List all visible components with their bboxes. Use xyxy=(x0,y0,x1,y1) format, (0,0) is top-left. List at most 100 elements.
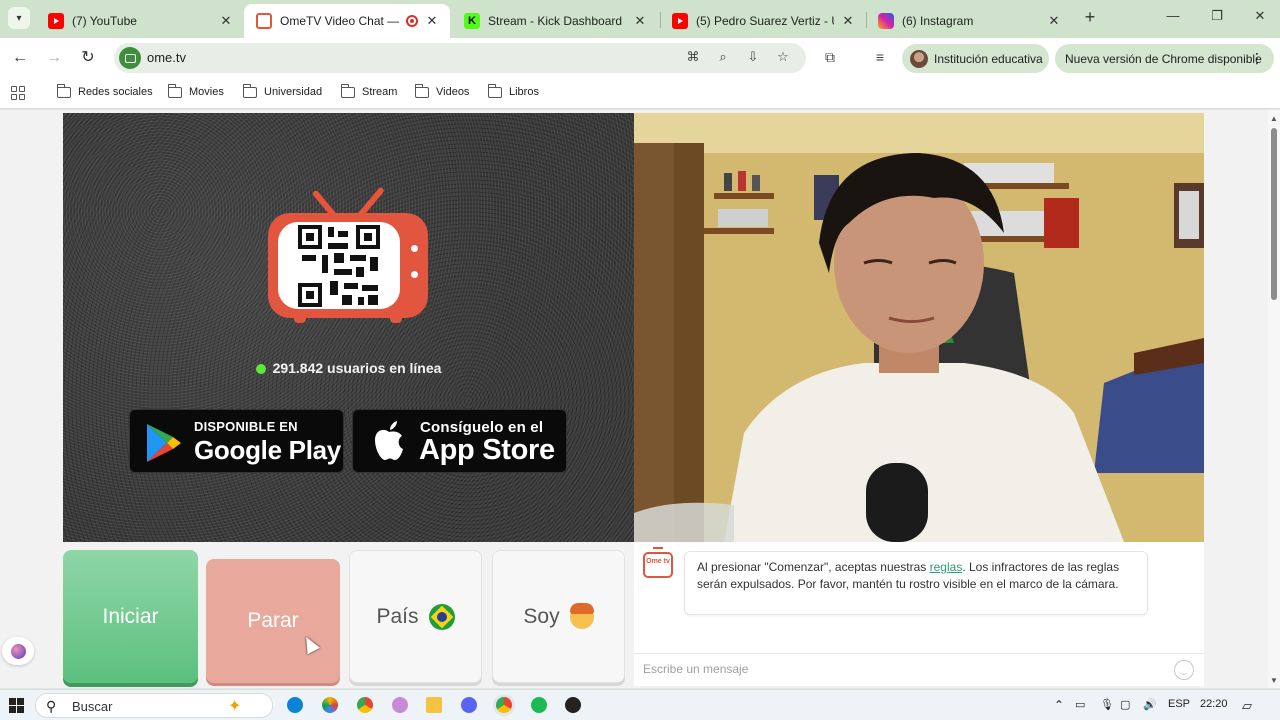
close-icon[interactable]: ✕ xyxy=(424,13,440,29)
extensions-icon[interactable]: ⧉ xyxy=(820,49,840,69)
translate-icon[interactable]: ⌘ xyxy=(684,49,702,67)
brazil-flag-icon xyxy=(428,603,455,630)
folder-icon xyxy=(487,83,502,98)
qr-code[interactable] xyxy=(298,224,380,307)
app-icon[interactable] xyxy=(392,697,408,713)
chrome-icon[interactable] xyxy=(357,697,373,713)
ometv-icon xyxy=(256,13,272,29)
extension-floating-icon[interactable] xyxy=(2,637,34,665)
tab-youtube-music[interactable]: (5) Pedro Suarez Vertiz - Un ✕ xyxy=(660,4,866,38)
emoji-icon[interactable] xyxy=(1174,660,1194,680)
forward-arrow-icon[interactable]: → xyxy=(43,48,65,70)
address-bar[interactable]: ome.tv ⌘ ⌕ ⇩ ☆ xyxy=(114,43,806,73)
obs-icon[interactable] xyxy=(565,697,581,713)
tab-ometv[interactable]: OmeTV Video Chat — O ✕ xyxy=(244,4,450,38)
stop-button[interactable]: Parar xyxy=(206,559,340,683)
bookmark-videos[interactable]: Videos xyxy=(414,83,469,98)
tab-youtube[interactable]: (7) YouTube ✕ xyxy=(36,4,244,38)
media-controls-icon[interactable]: ≡ xyxy=(870,49,890,69)
kick-icon: K xyxy=(464,13,480,29)
tab-title: OmeTV Video Chat — O xyxy=(280,14,400,28)
battery-icon[interactable]: ▭ xyxy=(1075,698,1085,711)
search-icon: ⚲ xyxy=(46,698,57,714)
bookmark-universidad[interactable]: Universidad xyxy=(242,83,323,98)
close-icon[interactable]: ✕ xyxy=(840,13,856,29)
network-icon[interactable]: ▢ xyxy=(1120,698,1130,711)
profile-button[interactable]: Institución educativa xyxy=(902,44,1049,73)
folder-icon xyxy=(167,83,182,98)
recording-icon xyxy=(406,15,418,27)
page-scrollbar[interactable]: ▲ ▼ xyxy=(1268,110,1280,688)
update-label: Nueva versión de Chrome disponible xyxy=(1065,51,1262,66)
volume-icon[interactable]: 🔊 xyxy=(1143,698,1157,711)
tab-instagram[interactable]: (6) Instagram ✕ xyxy=(866,4,1072,38)
chrome-active-icon[interactable] xyxy=(496,697,512,713)
app-store-big-text: App Store xyxy=(419,434,555,466)
taskbar-search[interactable]: ⚲ Buscar ✦ xyxy=(35,693,273,718)
start-button[interactable]: Iniciar xyxy=(63,550,198,683)
microphone-icon[interactable]: 🎙 xyxy=(1100,698,1114,711)
tab-kick[interactable]: K Stream - Kick Dashboard ✕ xyxy=(452,4,658,38)
close-icon[interactable]: ✕ xyxy=(632,13,648,29)
rules-link[interactable]: reglas xyxy=(930,560,963,574)
more-menu-icon[interactable]: ⋮ xyxy=(1250,50,1264,67)
google-play-small-text: DISPONIBLE EN xyxy=(194,419,298,434)
folder-icon xyxy=(340,83,355,98)
google-play-button[interactable]: DISPONIBLE EN Google Play xyxy=(129,409,344,473)
new-tab-button[interactable]: + xyxy=(1080,8,1100,28)
scroll-thumb[interactable] xyxy=(1271,128,1277,300)
chrome-update-button[interactable]: Nueva versión de Chrome disponible ⋮ xyxy=(1055,44,1274,73)
close-icon[interactable]: ✕ xyxy=(218,13,234,29)
clock[interactable]: 22:20 xyxy=(1200,698,1228,710)
online-users-count: 291.842 usuarios en línea xyxy=(63,360,634,376)
stop-button-label: Parar xyxy=(247,609,299,632)
youtube-icon xyxy=(48,13,64,29)
youtube-icon xyxy=(672,13,688,29)
online-users-label: 291.842 usuarios en línea xyxy=(272,360,442,376)
language-indicator[interactable]: ESP xyxy=(1168,698,1190,710)
scroll-down-icon[interactable]: ▼ xyxy=(1270,676,1278,685)
search-placeholder: Buscar xyxy=(72,699,113,714)
gender-filter-button[interactable]: Soy xyxy=(492,550,625,683)
url-text[interactable]: ome.tv xyxy=(147,50,186,65)
copilot-icon[interactable] xyxy=(322,697,338,713)
notifications-icon[interactable]: ▱ xyxy=(1242,698,1252,714)
reload-icon[interactable]: ↻ xyxy=(77,48,99,70)
bookmark-label: Universidad xyxy=(264,86,323,98)
tab-search-icon[interactable]: ▾ xyxy=(8,7,30,29)
copilot-sparkle-icon[interactable]: ✦ xyxy=(228,696,241,716)
file-explorer-icon[interactable] xyxy=(426,697,442,713)
message-input[interactable] xyxy=(643,662,1163,676)
tab-strip: ▾ (7) YouTube ✕ OmeTV Video Chat — O ✕ K… xyxy=(0,0,1280,38)
bookmark-movies[interactable]: Movies xyxy=(167,83,224,98)
gender-button-label: Soy xyxy=(523,604,560,628)
scroll-up-icon[interactable]: ▲ xyxy=(1270,114,1278,123)
discord-icon[interactable] xyxy=(461,697,477,713)
close-window-button[interactable]: ✕ xyxy=(1245,8,1275,28)
bookmark-redes-sociales[interactable]: Redes sociales xyxy=(56,83,153,98)
ometv-chat-logo: Ome tv xyxy=(643,547,673,578)
my-webcam-video xyxy=(634,113,1204,542)
bookmark-libros[interactable]: Libros xyxy=(487,83,539,98)
notice-text: Al presionar "Comenzar", aceptas nuestra… xyxy=(697,560,930,574)
restore-button[interactable]: ❐ xyxy=(1202,8,1232,28)
folder-icon xyxy=(414,83,429,98)
site-info-icon[interactable] xyxy=(119,47,141,69)
install-app-icon[interactable]: ⇩ xyxy=(744,49,762,67)
minimize-button[interactable]: — xyxy=(1158,8,1188,28)
country-filter-button[interactable]: País xyxy=(349,550,482,683)
close-icon[interactable]: ✕ xyxy=(1046,13,1062,29)
windows-start-icon[interactable] xyxy=(9,698,24,713)
bookmark-star-icon[interactable]: ☆ xyxy=(774,49,792,67)
edge-icon[interactable] xyxy=(287,697,303,713)
app-store-button[interactable]: Consíguelo en el App Store xyxy=(352,409,567,473)
spotify-icon[interactable] xyxy=(531,697,547,713)
apps-grid-icon[interactable] xyxy=(11,86,25,100)
bookmark-stream[interactable]: Stream xyxy=(340,83,397,98)
online-dot-icon xyxy=(255,364,266,374)
apple-icon xyxy=(375,421,403,460)
boy-emoji-icon xyxy=(569,602,594,629)
back-arrow-icon[interactable]: ← xyxy=(9,48,31,70)
tray-overflow-icon[interactable]: ⌃ xyxy=(1054,698,1064,712)
zoom-icon[interactable]: ⌕ xyxy=(714,49,732,67)
